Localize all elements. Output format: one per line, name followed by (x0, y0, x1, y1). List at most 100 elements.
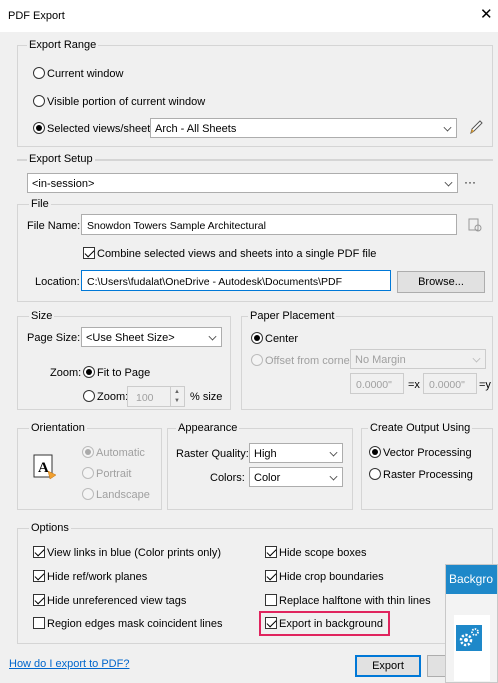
landscape-radio[interactable] (82, 488, 94, 500)
help-link[interactable]: How do I export to PDF? (9, 658, 129, 670)
portrait-label: Portrait (96, 468, 132, 480)
file-settings-icon[interactable] (466, 216, 484, 234)
current-window-radio[interactable] (33, 67, 45, 79)
background-toast[interactable]: Backgro (445, 564, 498, 683)
orientation-legend: Orientation (29, 422, 87, 434)
region-edges-checkbox[interactable] (33, 617, 45, 629)
export-background-label: Export in background (279, 618, 383, 630)
vector-processing-label: Vector Processing (383, 447, 472, 459)
replace-halftone-checkbox[interactable] (265, 594, 277, 606)
portrait-radio[interactable] (82, 467, 94, 479)
chevron-down-icon (472, 354, 481, 363)
page-size-value: <Use Sheet Size> (86, 332, 175, 344)
dialog-title: PDF Export (8, 10, 65, 22)
visible-portion-radio[interactable] (33, 95, 45, 107)
more-options-icon[interactable]: ··· (464, 175, 476, 189)
gear-icon (456, 625, 482, 651)
chevron-down-icon (329, 448, 338, 457)
page-orientation-icon: A (33, 454, 57, 480)
page-size-select[interactable]: <Use Sheet Size> (81, 327, 222, 347)
zoom-spinner[interactable]: ▲ ▼ (170, 387, 184, 407)
selected-views-label: Selected views/sheets (47, 123, 156, 135)
selected-views-value: Arch - All Sheets (155, 123, 237, 135)
output-legend: Create Output Using (368, 422, 473, 434)
hide-ref-planes-checkbox[interactable] (33, 570, 45, 582)
zoom-input[interactable]: 100 ▲ ▼ (127, 386, 185, 407)
pencil-icon[interactable] (467, 118, 485, 136)
pdf-export-dialog: PDF Export ✕ Export Range Current window… (0, 0, 498, 683)
combine-checkbox[interactable] (83, 247, 95, 259)
offset-label: Offset from corner: (265, 355, 357, 367)
chevron-down-icon (443, 123, 452, 132)
file-name-input[interactable]: Snowdon Towers Sample Architectural (81, 214, 457, 235)
raster-quality-select[interactable]: High (249, 443, 343, 463)
offset-x-input[interactable]: 0.0000" (350, 373, 404, 394)
automatic-radio[interactable] (82, 446, 94, 458)
region-edges-label: Region edges mask coincident lines (47, 618, 223, 630)
close-icon[interactable]: ✕ (480, 5, 493, 23)
size-legend: Size (29, 310, 55, 322)
options-legend: Options (29, 522, 71, 534)
export-background-checkbox[interactable] (265, 617, 277, 629)
offset-select[interactable]: No Margin (350, 349, 486, 369)
hide-unref-tags-label: Hide unreferenced view tags (47, 595, 187, 607)
colors-select[interactable]: Color (249, 467, 343, 487)
replace-halftone-label: Replace halftone with thin lines (279, 595, 431, 607)
cancel-button-partial[interactable] (427, 655, 447, 677)
selected-views-select[interactable]: Arch - All Sheets (150, 118, 457, 138)
colors-value: Color (254, 472, 281, 484)
toast-header: Backgro (446, 565, 497, 594)
hide-unref-tags-checkbox[interactable] (33, 594, 45, 606)
file-name-value: Snowdon Towers Sample Architectural (87, 220, 266, 232)
view-links-label: View links in blue (Color prints only) (47, 547, 222, 559)
landscape-label: Landscape (96, 489, 150, 501)
export-range-legend: Export Range (27, 39, 99, 51)
hide-ref-planes-label: Hide ref/work planes (47, 571, 148, 583)
raster-processing-radio[interactable] (369, 468, 381, 480)
raster-quality-label: Raster Quality: (176, 448, 249, 460)
export-setup-value: <in-session> (32, 178, 95, 190)
center-label: Center (265, 333, 299, 345)
automatic-label: Automatic (96, 447, 145, 459)
page-size-label: Page Size: (27, 332, 81, 344)
location-value: C:\Users\fudalat\OneDrive - Autodesk\Doc… (87, 276, 343, 288)
fit-to-page-label: Fit to Page (97, 367, 151, 379)
raster-quality-value: High (254, 448, 277, 460)
export-setup-select[interactable]: <in-session> (27, 173, 458, 193)
offset-y-value: 0.0000" (429, 379, 465, 391)
export-button[interactable]: Export (355, 655, 421, 677)
offset-x-suffix: =x (408, 379, 420, 391)
hide-crop-boundaries-label: Hide crop boundaries (279, 571, 384, 583)
svg-text:A: A (38, 460, 49, 476)
paper-placement-legend: Paper Placement (248, 310, 337, 322)
chevron-down-icon (208, 332, 217, 341)
center-radio[interactable] (251, 332, 263, 344)
colors-label: Colors: (210, 472, 245, 484)
location-input[interactable]: C:\Users\fudalat\OneDrive - Autodesk\Doc… (81, 270, 391, 291)
hide-scope-boxes-label: Hide scope boxes (279, 547, 367, 559)
zoom-radio[interactable] (83, 390, 95, 402)
percent-size-label: % size (190, 391, 223, 403)
offset-y-suffix: =y (479, 379, 491, 391)
visible-portion-label: Visible portion of current window (47, 96, 206, 108)
fit-to-page-radio[interactable] (83, 366, 95, 378)
offset-y-input[interactable]: 0.0000" (423, 373, 477, 394)
current-window-label: Current window (47, 68, 124, 80)
view-links-checkbox[interactable] (33, 546, 45, 558)
zoom-label: Zoom: (50, 367, 82, 379)
offset-radio[interactable] (251, 354, 263, 366)
appearance-legend: Appearance (176, 422, 240, 434)
location-label: Location: (35, 276, 80, 288)
offset-x-value: 0.0000" (356, 379, 392, 391)
selected-views-radio[interactable] (33, 122, 45, 134)
vector-processing-radio[interactable] (369, 446, 381, 458)
chevron-down-icon (444, 178, 453, 187)
combine-label: Combine selected views and sheets into a… (97, 248, 377, 260)
chevron-down-icon (329, 472, 338, 481)
raster-processing-label: Raster Processing (383, 469, 473, 481)
export-setup-legend: Export Setup (27, 153, 95, 165)
browse-button[interactable]: Browse... (397, 271, 485, 293)
hide-crop-boundaries-checkbox[interactable] (265, 570, 277, 582)
toast-title: Backgro (449, 572, 494, 586)
hide-scope-boxes-checkbox[interactable] (265, 546, 277, 558)
